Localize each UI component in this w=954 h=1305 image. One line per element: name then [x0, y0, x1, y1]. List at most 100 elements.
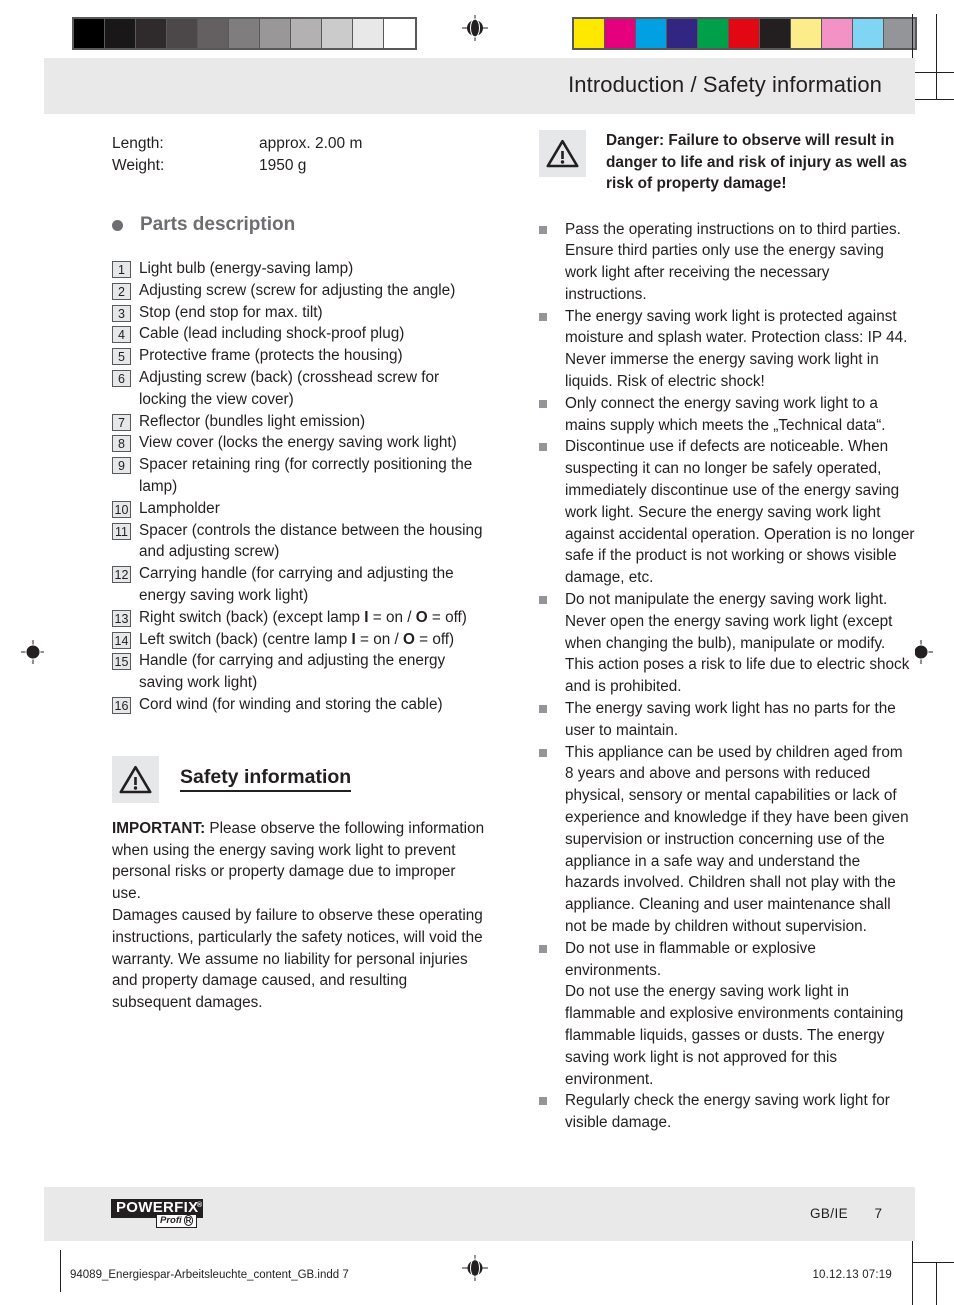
- spec-label: Weight:: [112, 156, 165, 174]
- safety-notice-item: The energy saving work light has no part…: [539, 698, 915, 742]
- control-patch-9: [853, 19, 884, 48]
- safety-notice-text: This appliance can be used by children a…: [565, 743, 909, 935]
- safety-notice-item: Do not manipulate the energy saving work…: [539, 589, 915, 698]
- part-description-text: Protective frame (protects the housing): [139, 347, 403, 365]
- two-column-body: Length: approx. 2.00 m Weight: 1950 g Pa…: [44, 114, 915, 1134]
- part-description-text: Right switch (back) (except lamp I = on …: [139, 608, 467, 626]
- part-list-item: 16 Cord wind (for winding and storing the…: [112, 694, 488, 716]
- square-bullet-icon: [539, 944, 547, 953]
- square-bullet-icon: [539, 596, 547, 605]
- warning-triangle-icon: [539, 130, 586, 177]
- technical-spec-table: Length: approx. 2.00 m Weight: 1950 g: [112, 133, 488, 176]
- powerfix-logo: POWERFIX ® Profi R: [111, 1199, 205, 1228]
- control-patch-3: [667, 19, 698, 48]
- part-description-text: Adjusting screw (back) (crosshead screw …: [139, 368, 440, 408]
- part-number-badge: 16: [112, 696, 131, 714]
- print-datetime-label: 10.12.13 07:19: [812, 1269, 892, 1281]
- part-list-item: 4 Cable (lead including shock-proof plug): [112, 323, 488, 345]
- part-number-badge: 13: [112, 609, 131, 627]
- parts-list: 1 Light bulb (energy-saving lamp) 2 Adjusti…: [112, 258, 488, 716]
- parts-description-heading: Parts description: [112, 214, 488, 236]
- part-number-badge: 11: [112, 522, 131, 540]
- control-patch-10: [884, 19, 915, 48]
- safety-notice-item: The energy saving work light is protecte…: [539, 306, 915, 393]
- spec-value: 1950 g: [259, 156, 307, 174]
- part-number-badge: 6: [112, 369, 131, 387]
- control-patch-4: [198, 19, 229, 48]
- part-list-item: 10 Lampholder: [112, 498, 488, 520]
- square-bullet-icon: [539, 399, 547, 408]
- safety-notice-item: Do not use in flammable or explosive env…: [539, 938, 915, 982]
- brand-registered-mark: ®: [196, 1202, 203, 1209]
- page-number-label: 7: [874, 1206, 882, 1221]
- control-patch-5: [229, 19, 260, 48]
- safety-notice-item: This appliance can be used by children a…: [539, 742, 915, 938]
- control-patch-1: [105, 19, 136, 48]
- spec-row: Weight: 1950 g: [112, 155, 488, 177]
- registration-mark-left-icon: [20, 639, 46, 665]
- registration-mark-top-icon: [462, 15, 488, 41]
- part-list-item: 11 Spacer (controls the distance between …: [112, 520, 488, 564]
- safety-notice-text: Regularly check the energy saving work l…: [565, 1092, 890, 1132]
- part-list-item: 6 Adjusting screw (back) (crosshead screw…: [112, 367, 488, 411]
- control-patch-6: [760, 19, 791, 48]
- part-number-badge: 15: [112, 653, 131, 671]
- control-patch-6: [260, 19, 291, 48]
- safety-notice-item: Regularly check the energy saving work l…: [539, 1090, 915, 1134]
- safety-information-heading: Safety information: [112, 755, 488, 803]
- page-footer-band: POWERFIX ® Profi R GB/IE 7: [44, 1187, 915, 1241]
- safety-notice-continuation-text: Do not use the energy saving work light …: [565, 983, 904, 1088]
- part-list-item: 9 Spacer retaining ring (for correctly po…: [112, 454, 488, 498]
- part-description-text: Spacer (controls the distance between th…: [139, 521, 483, 561]
- page-header-band: Introduction / Safety information: [44, 58, 915, 114]
- part-description-text: Carrying handle (for carrying and adjust…: [139, 565, 454, 604]
- color-control-strip: [572, 17, 917, 50]
- safety-notice-text: The energy saving work light has no part…: [565, 700, 896, 739]
- page-title: Introduction / Safety information: [568, 72, 882, 97]
- control-patch-2: [136, 19, 167, 48]
- spec-value: approx. 2.00 m: [259, 135, 363, 152]
- part-description-text: Lampholder: [139, 499, 220, 517]
- page-locale-label: GB/IE: [809, 1206, 848, 1221]
- control-patch-5: [729, 19, 760, 48]
- part-description-text: Light bulb (energy-saving lamp): [139, 260, 354, 277]
- spec-row: Length: approx. 2.00 m: [112, 133, 488, 155]
- document-page: Introduction / Safety information Length…: [44, 58, 915, 1241]
- safety-notice-text: The energy saving work light is protecte…: [565, 307, 908, 391]
- control-patch-0: [74, 19, 105, 48]
- part-list-item: 13 Right switch (back) (except lamp I = o…: [112, 607, 488, 629]
- part-list-item: 15 Handle (for carrying and adjusting the…: [112, 650, 488, 694]
- control-patch-1: [605, 19, 636, 48]
- part-list-item: 3 Stop (end stop for max. tilt): [112, 302, 488, 324]
- control-patch-4: [698, 19, 729, 48]
- safety-notice-item: Only connect the energy saving work ligh…: [539, 393, 915, 437]
- part-number-badge: 3: [112, 304, 131, 322]
- safety-notice-list: Pass the operating instructions on to th…: [539, 219, 915, 1134]
- trim-mark: [936, 14, 937, 100]
- control-patch-7: [291, 19, 322, 48]
- square-bullet-icon: [539, 443, 547, 452]
- brand-sub-text: Profi: [160, 1215, 182, 1226]
- control-patch-8: [822, 19, 853, 48]
- print-filename-label: 94089_Energiespar-Arbeitsleuchte_content…: [70, 1269, 349, 1281]
- control-patch-2: [636, 19, 667, 48]
- control-patch-8: [322, 19, 353, 48]
- danger-notice-text: Danger: Failure to observe will result i…: [606, 132, 908, 192]
- control-patch-3: [167, 19, 198, 48]
- part-description-text: Spacer retaining ring (for correctly pos…: [139, 456, 473, 495]
- trim-mark: [912, 72, 954, 73]
- square-bullet-icon: [539, 1097, 547, 1106]
- square-bullet-icon: [539, 312, 547, 321]
- danger-notice-block: Danger: Failure to observe will result i…: [539, 130, 915, 195]
- part-number-badge: 2: [112, 282, 131, 300]
- square-bullet-icon: [539, 225, 547, 234]
- safety-notice-item: Discontinue use if defects are noticeabl…: [539, 436, 915, 589]
- part-description-text: Reflector (bundles light emission): [139, 412, 366, 430]
- bullet-spacer: [539, 988, 547, 996]
- square-bullet-icon: [539, 748, 547, 757]
- important-paragraph: IMPORTANT: Please observe the following …: [112, 818, 488, 905]
- safety-notice-text: Pass the operating instructions on to th…: [565, 220, 901, 303]
- part-number-badge: 4: [112, 326, 131, 344]
- part-number-badge: 1: [112, 261, 131, 278]
- control-patch-0: [574, 19, 605, 48]
